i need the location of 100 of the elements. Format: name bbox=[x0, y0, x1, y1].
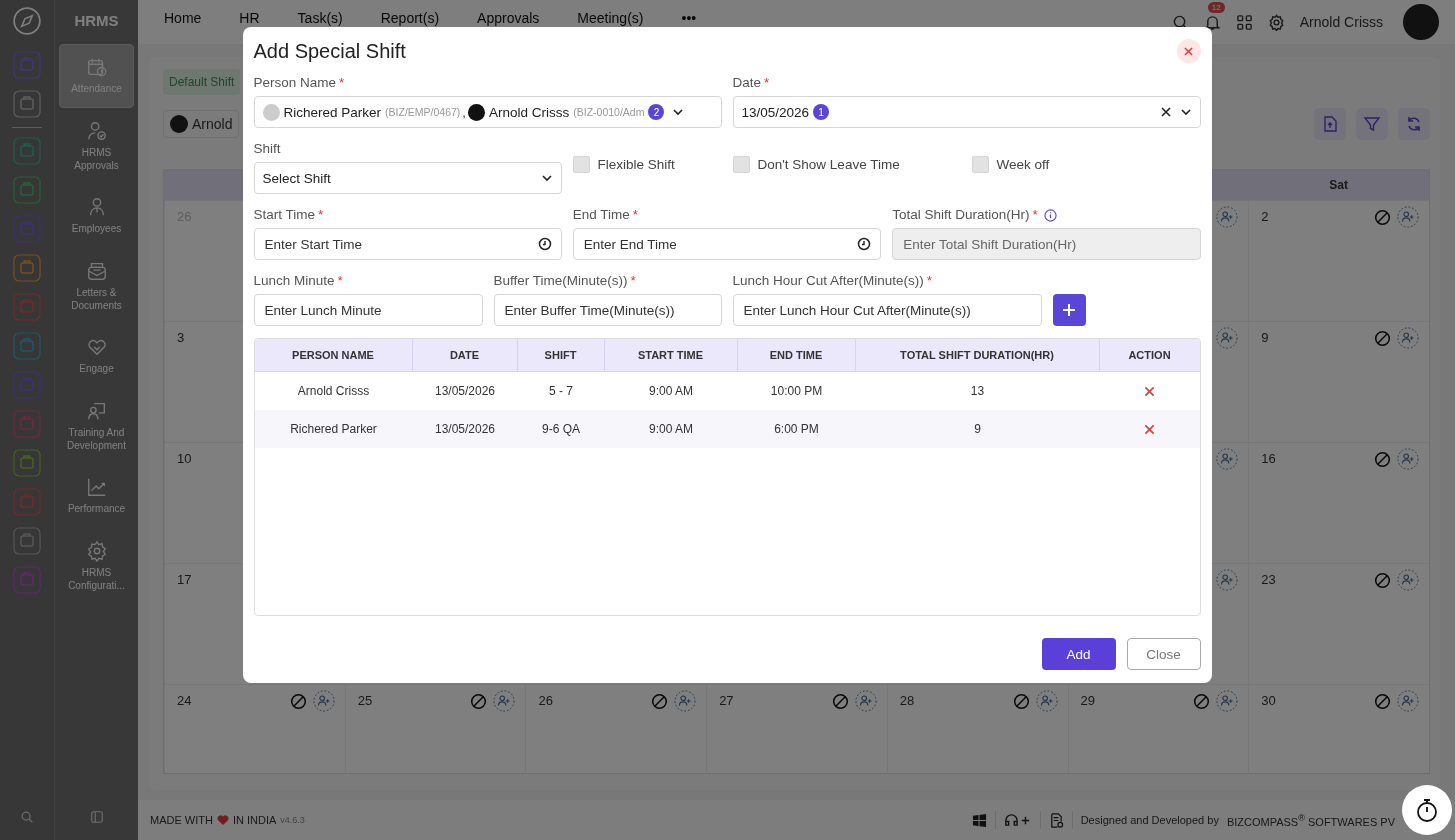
upload-file-button[interactable] bbox=[1314, 108, 1346, 140]
calendar-clock-icon bbox=[85, 56, 108, 79]
ban-icon[interactable] bbox=[1012, 692, 1030, 710]
sidebar-item[interactable]: Performance bbox=[59, 464, 134, 528]
headset-plus-icon[interactable] bbox=[1003, 812, 1032, 828]
menu-item[interactable]: ••• bbox=[681, 10, 697, 26]
ban-icon[interactable] bbox=[1374, 692, 1391, 710]
menu-item[interactable]: Task(s) bbox=[297, 10, 343, 26]
filter-button[interactable] bbox=[1356, 108, 1388, 140]
person-add-icon[interactable] bbox=[1216, 327, 1239, 349]
sidebar-item[interactable]: Letters & Documents bbox=[59, 254, 134, 318]
sidebar-item[interactable]: HRMS Approvals bbox=[59, 114, 134, 178]
ban-icon[interactable] bbox=[1374, 571, 1391, 589]
person-add-icon[interactable] bbox=[312, 690, 335, 712]
sidebar-toggle-icon[interactable] bbox=[89, 810, 104, 824]
menu-item[interactable]: Report(s) bbox=[380, 10, 440, 26]
employee-code: (BIZ-0010/Adm bbox=[573, 106, 645, 118]
person-add-icon[interactable] bbox=[1397, 448, 1419, 470]
employee-chip[interactable]: Arnold bbox=[163, 110, 240, 138]
ban-icon[interactable] bbox=[1374, 208, 1391, 226]
clear-icon[interactable] bbox=[1159, 106, 1172, 118]
ban-icon[interactable] bbox=[1374, 450, 1391, 468]
checkbox-label: Don't Show Leave Time bbox=[757, 157, 900, 172]
table-cell-text: 6:00 PM bbox=[773, 421, 820, 438]
checkbox-label: Flexible Shift bbox=[597, 157, 675, 172]
chevron-down-icon[interactable] bbox=[1179, 106, 1192, 118]
user-avatar[interactable] bbox=[1403, 4, 1439, 40]
menu-item[interactable]: Meeting(s) bbox=[577, 10, 644, 26]
windows-icon[interactable] bbox=[971, 812, 987, 828]
person-add-icon[interactable] bbox=[1397, 569, 1419, 591]
sidebar-item[interactable]: HRMS Configurati... bbox=[59, 534, 134, 598]
ban-icon[interactable] bbox=[651, 692, 669, 710]
person-add-icon[interactable] bbox=[493, 690, 516, 712]
sidebar-item[interactable]: Training And Development bbox=[59, 394, 134, 458]
person-add-icon[interactable] bbox=[674, 690, 697, 712]
person-add-icon[interactable] bbox=[1216, 569, 1239, 591]
app-icon[interactable] bbox=[13, 332, 41, 360]
credit-text: Designed and Developed by bbox=[1080, 814, 1219, 826]
input-field[interactable]: Enter Buffer Time(Minute(s)) bbox=[493, 294, 722, 326]
close-button[interactable]: Close bbox=[1126, 638, 1201, 670]
compass-logo[interactable] bbox=[12, 6, 42, 36]
app-icon[interactable] bbox=[13, 527, 41, 555]
grid-icon[interactable] bbox=[1235, 13, 1253, 31]
person-add-icon[interactable] bbox=[854, 690, 877, 712]
person-add-icon[interactable] bbox=[1216, 690, 1239, 712]
menu-item[interactable]: HR bbox=[239, 10, 260, 26]
field-label: Shift bbox=[253, 142, 282, 156]
date-select[interactable]: 13/05/2026 1 bbox=[732, 96, 1201, 128]
person-add-icon[interactable] bbox=[1397, 206, 1419, 228]
menu-item[interactable]: Approvals bbox=[477, 10, 540, 26]
close-button[interactable] bbox=[1176, 39, 1201, 63]
app-icon[interactable] bbox=[13, 137, 41, 165]
input-field[interactable]: Enter Lunch Hour Cut After(Minute(s)) bbox=[732, 294, 1042, 326]
table-cell-text: 13/05/2026 bbox=[433, 421, 497, 438]
date-value: 13/05/2026 bbox=[741, 104, 810, 120]
person-add-icon[interactable] bbox=[1035, 690, 1058, 712]
dialog-title: Add Special Shift bbox=[253, 39, 406, 63]
input-field[interactable]: Enter End Time bbox=[572, 228, 882, 260]
ban-icon[interactable] bbox=[1374, 329, 1391, 347]
day-number: 24 bbox=[177, 693, 192, 708]
table-cell-text: 13 bbox=[969, 383, 986, 400]
delete-icon[interactable] bbox=[1144, 423, 1155, 435]
app-icon[interactable] bbox=[13, 254, 41, 282]
shift-tab[interactable]: Default Shift bbox=[163, 69, 241, 95]
select-placeholder: Select Shift bbox=[262, 170, 331, 186]
sidebar-item[interactable]: Employees bbox=[59, 184, 134, 248]
checkbox[interactable] bbox=[572, 156, 590, 173]
person-select[interactable]: Richered Parker (BIZ/EMP/0467), Arnold Crisss (BIZ-0010/Adm 2 bbox=[253, 96, 722, 128]
add-button[interactable]: Add bbox=[1041, 638, 1116, 670]
settings-icon[interactable] bbox=[1267, 13, 1285, 31]
input-field[interactable]: Enter Start Time bbox=[253, 228, 562, 260]
sidebar-item[interactable]: Engage bbox=[59, 324, 134, 388]
person-add-icon[interactable] bbox=[1216, 206, 1239, 228]
shift-select[interactable]: Select Shift bbox=[253, 162, 562, 194]
ban-icon[interactable] bbox=[1193, 692, 1211, 710]
input-field[interactable]: Enter Lunch Minute bbox=[253, 294, 483, 326]
app-icon[interactable] bbox=[13, 176, 41, 204]
app-icon[interactable] bbox=[13, 449, 41, 477]
menu-item[interactable]: Home bbox=[164, 10, 202, 26]
document-icon[interactable] bbox=[1048, 812, 1064, 828]
chevron-down-icon[interactable] bbox=[540, 172, 553, 184]
person-add-icon[interactable] bbox=[1397, 690, 1419, 712]
brand-name: HRMS bbox=[73, 10, 120, 31]
person-add-icon[interactable] bbox=[1216, 448, 1239, 470]
ban-icon[interactable] bbox=[831, 692, 849, 710]
clock-icon[interactable] bbox=[857, 237, 872, 251]
user-name[interactable]: Arnold Crisss bbox=[1299, 14, 1383, 30]
column-header: PERSON NAME bbox=[254, 339, 413, 371]
add-row-button[interactable] bbox=[1052, 294, 1086, 326]
in-india-text: IN INDIA bbox=[232, 814, 277, 826]
clock-icon[interactable] bbox=[537, 237, 552, 251]
ban-icon[interactable] bbox=[289, 692, 307, 710]
checkbox[interactable] bbox=[732, 156, 750, 173]
ban-icon[interactable] bbox=[470, 692, 488, 710]
delete-icon[interactable] bbox=[1144, 385, 1155, 397]
app-icon[interactable] bbox=[13, 90, 41, 118]
chevron-down-icon[interactable] bbox=[672, 106, 685, 118]
refresh-button[interactable] bbox=[1398, 108, 1430, 140]
person-add-icon[interactable] bbox=[1397, 327, 1419, 349]
checkbox[interactable] bbox=[971, 156, 989, 173]
